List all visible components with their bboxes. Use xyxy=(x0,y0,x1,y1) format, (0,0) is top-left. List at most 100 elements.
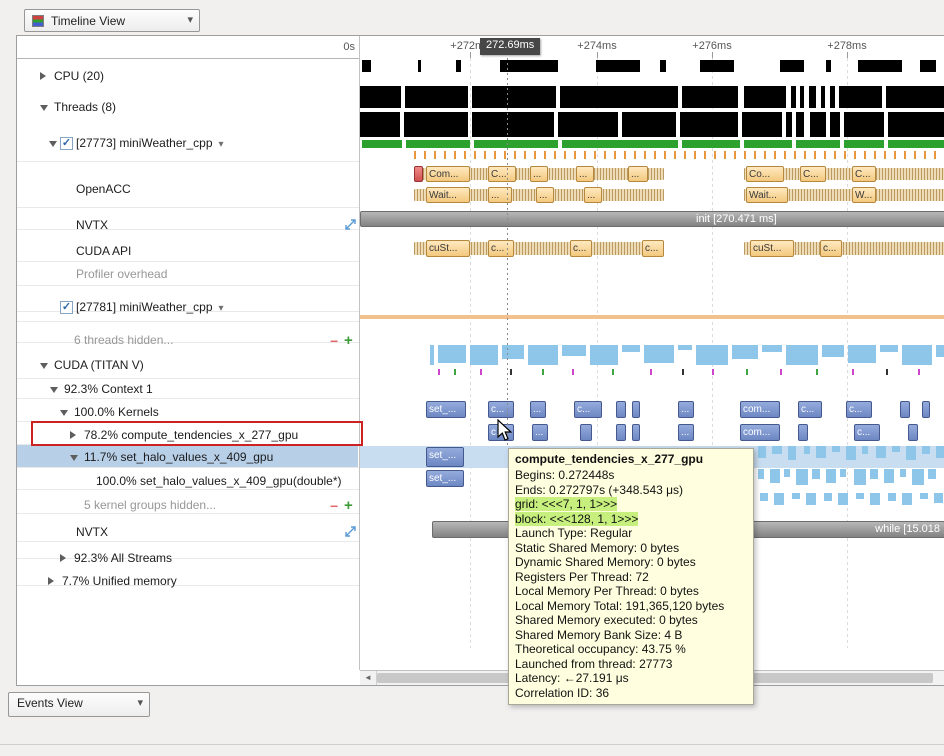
collapsed-arrow-icon[interactable] xyxy=(60,554,66,562)
tree-item-nvtx[interactable]: NVTX xyxy=(18,215,358,236)
track-cuda-kernel-summary-track[interactable] xyxy=(360,345,944,367)
track-kernels-track[interactable]: set_... c...... c...... com... c... c... xyxy=(360,400,944,419)
visibility-checkbox[interactable]: ✓ xyxy=(60,137,73,150)
track-threads-cpu-track[interactable] xyxy=(360,86,944,108)
timeline-block-wait[interactable]: Wait... xyxy=(746,187,788,203)
tree-item-100-0-set-halo-values-x-409-gpu-double[interactable]: 100.0% set_halo_values_x_409_gpu(double*… xyxy=(18,471,358,492)
expand-track-icon[interactable] xyxy=(344,525,357,543)
timeline-block-c[interactable]: c... xyxy=(570,240,592,257)
timeline-block-cust[interactable]: cuSt... xyxy=(426,240,470,257)
track-nvtx-init-range[interactable]: init [270.471 ms] xyxy=(360,211,944,227)
timeline-block-set[interactable]: set_... xyxy=(426,447,464,467)
timeline-block-c[interactable]: C... xyxy=(488,166,516,182)
timeline-ruler[interactable]: +272ms+274ms+276ms+278ms xyxy=(360,36,944,58)
timeline-block-[interactable]: ... xyxy=(628,166,648,182)
timeline-block-com[interactable]: Com... xyxy=(426,166,470,182)
track-compute-tendencies-track[interactable]: c.........com...c... xyxy=(360,423,944,442)
tree-item-92-3-all-streams[interactable]: 92.3% All Streams xyxy=(18,548,358,569)
timeline-block-c[interactable]: c... xyxy=(854,424,880,441)
expand-track-icon[interactable] xyxy=(344,218,357,236)
track-thread-27781-activity-line[interactable] xyxy=(360,315,944,319)
track-thread-27773-cpu-track[interactable] xyxy=(360,112,944,137)
timeline-block[interactable] xyxy=(580,424,592,441)
collapsed-arrow-icon[interactable] xyxy=(40,72,46,80)
chevron-down-icon[interactable]: ▾ xyxy=(219,139,224,150)
track-thread-state-track[interactable] xyxy=(360,140,944,148)
tree-item-profiler-overhead[interactable]: Profiler overhead xyxy=(18,264,358,285)
expanded-arrow-icon[interactable] xyxy=(40,363,48,369)
nvtx-range-bar[interactable]: init [270.471 ms] xyxy=(360,211,944,227)
tree-item-cuda-titan-v[interactable]: CUDA (TITAN V) xyxy=(18,355,358,376)
timeline-block-c[interactable]: c... xyxy=(488,401,514,418)
expanded-arrow-icon[interactable] xyxy=(60,410,68,416)
timeline-block-[interactable]: ... xyxy=(532,424,548,441)
track-cpu-utilization-track[interactable] xyxy=(360,60,944,72)
track-openacc-wait-track[interactable]: Wait............ Wait... W... xyxy=(360,186,944,204)
tree-item-100-0-kernels[interactable]: 100.0% Kernels xyxy=(18,402,358,423)
track-openacc-launch-track[interactable]: Com... C............ Co... C... C... xyxy=(360,165,944,183)
hide-rows-minus-icon[interactable]: − xyxy=(330,334,338,348)
timeline-block[interactable] xyxy=(632,401,640,418)
scroll-left-button[interactable]: ◄ xyxy=(360,671,377,685)
timeline-block[interactable] xyxy=(414,166,423,182)
timeline-block[interactable] xyxy=(900,401,910,418)
timeline-block-c[interactable]: C... xyxy=(800,166,826,182)
collapsed-arrow-icon[interactable] xyxy=(48,577,54,585)
timeline-block-c[interactable]: C... xyxy=(852,166,876,182)
timeline-block-[interactable]: ... xyxy=(678,401,694,418)
timeline-block[interactable] xyxy=(632,424,640,441)
tree-item-27781-miniweather-cpp[interactable]: ✓[27781] miniWeather_cpp▾ xyxy=(18,297,358,318)
timeline-view-selector[interactable]: Timeline View ▾ xyxy=(24,9,200,32)
timeline-block[interactable] xyxy=(908,424,918,441)
timeline-block-c[interactable]: c... xyxy=(798,401,822,418)
timeline-block-cust[interactable]: cuSt... xyxy=(750,240,794,257)
timeline-block-com[interactable]: com... xyxy=(740,424,780,441)
expanded-arrow-icon[interactable] xyxy=(49,141,57,147)
visibility-checkbox[interactable]: ✓ xyxy=(60,301,73,314)
chevron-down-icon[interactable]: ▾ xyxy=(219,303,224,314)
timeline-block-co[interactable]: Co... xyxy=(746,166,784,182)
tree-item-cuda-api[interactable]: CUDA API xyxy=(18,241,358,262)
timeline-block-[interactable]: ... xyxy=(678,424,694,441)
tree-item-27773-miniweather-cpp[interactable]: ✓[27773] miniWeather_cpp▾ xyxy=(18,133,358,154)
timeline-block-c[interactable]: c... xyxy=(820,240,842,257)
timeline-block-set[interactable]: set_... xyxy=(426,401,466,418)
show-rows-plus-icon[interactable]: + xyxy=(344,498,353,513)
track-openacc-tick-track[interactable] xyxy=(360,151,944,159)
tree-item-11-7-set-halo-values-x-409-gpu[interactable]: 11.7% set_halo_values_x_409_gpu xyxy=(18,447,358,468)
timeline-block-[interactable]: ... xyxy=(536,187,554,203)
tree-item-7-7-unified-memory[interactable]: 7.7% Unified memory xyxy=(18,571,358,592)
events-view-selector[interactable]: Events View ▾ xyxy=(8,692,150,717)
tree-item-threads-8[interactable]: Threads (8) xyxy=(18,97,358,118)
timeline-block-com[interactable]: com... xyxy=(740,401,780,418)
timeline-block-c[interactable]: c... xyxy=(574,401,602,418)
tree-item-openacc[interactable]: OpenACC xyxy=(18,179,358,200)
timeline-block-[interactable]: ... xyxy=(530,166,548,182)
timeline-block-set[interactable]: set_... xyxy=(426,470,464,487)
timeline-block-[interactable]: ... xyxy=(530,401,546,418)
tree-item-6-threads-hidden[interactable]: 6 threads hidden...−+ xyxy=(18,330,358,351)
tree-item-cpu-20[interactable]: CPU (20) xyxy=(18,66,358,87)
expanded-arrow-icon[interactable] xyxy=(50,387,58,393)
timeline-block-c[interactable]: c... xyxy=(488,240,514,257)
show-rows-plus-icon[interactable]: + xyxy=(344,333,353,348)
timeline-block-[interactable]: ... xyxy=(584,187,602,203)
timeline-block-wait[interactable]: Wait... xyxy=(426,187,470,203)
track-cuda-marker-ticks[interactable] xyxy=(360,369,944,375)
tree-item-92-3-context-1[interactable]: 92.3% Context 1 xyxy=(18,379,358,400)
hide-rows-minus-icon[interactable]: − xyxy=(330,499,338,513)
timeline-block-w[interactable]: W... xyxy=(852,187,876,203)
timeline-block[interactable] xyxy=(616,401,626,418)
track-cuda-api-track[interactable]: cuSt... c... c... c... cuSt... c... xyxy=(360,239,944,258)
tree-item-5-kernel-groups-hidden[interactable]: 5 kernel groups hidden...−+ xyxy=(18,495,358,516)
tree-item-nvtx[interactable]: NVTX xyxy=(18,522,358,543)
expanded-arrow-icon[interactable] xyxy=(70,455,78,461)
expanded-arrow-icon[interactable] xyxy=(40,105,48,111)
timeline-block-c[interactable]: c... xyxy=(846,401,872,418)
timeline-block-[interactable]: ... xyxy=(488,187,512,203)
timeline-block[interactable] xyxy=(798,424,808,441)
timeline-block-c[interactable]: c... xyxy=(642,240,664,257)
timeline-block[interactable] xyxy=(922,401,930,418)
timeline-block[interactable] xyxy=(616,424,626,441)
timeline-block-[interactable]: ... xyxy=(576,166,594,182)
